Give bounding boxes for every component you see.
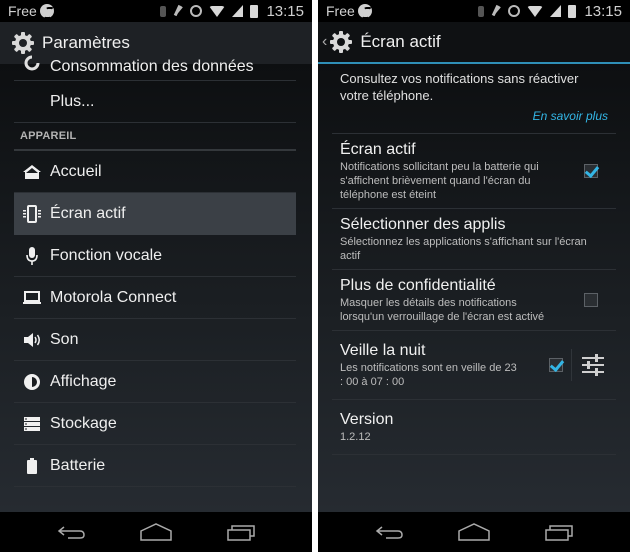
battery-status-icon — [250, 4, 259, 18]
pref-night-off[interactable]: Veille la nuit Les notifications sont en… — [332, 330, 616, 399]
pref-select-apps[interactable]: Sélectionner des applis Sélectionnez les… — [332, 208, 616, 269]
list-item-display[interactable]: Affichage — [14, 361, 296, 403]
mute-icon — [491, 5, 501, 17]
settings-screen: Free 13:15 Paramètres Consommation des d… — [0, 0, 312, 552]
carrier-name: Free — [8, 3, 37, 19]
list-item-sound[interactable]: Son — [14, 319, 296, 361]
home-button[interactable] — [457, 523, 491, 541]
navigation-bar — [0, 512, 312, 552]
night-off-checkbox[interactable] — [549, 358, 563, 372]
carrier-logo-icon — [39, 4, 54, 18]
microphone-icon — [22, 246, 42, 266]
wifi-icon — [209, 5, 226, 17]
back-button[interactable] — [374, 523, 404, 541]
storage-icon — [22, 414, 42, 434]
signal-icon — [232, 5, 244, 17]
settings-list: Consommation des données Plus... APPAREI… — [14, 55, 296, 529]
bluetooth-icon — [478, 5, 485, 17]
home-icon — [22, 162, 42, 182]
status-bar: Free 13:15 — [318, 0, 630, 22]
pref-active-display[interactable]: Écran actif Notifications sollicitant pe… — [332, 133, 616, 208]
active-display-icon — [22, 204, 42, 224]
gear-icon[interactable] — [328, 29, 354, 55]
list-item-more[interactable]: Plus... — [14, 81, 296, 123]
clock: 13:15 — [266, 2, 304, 20]
battery-status-icon — [568, 4, 577, 18]
list-item-voice[interactable]: Fonction vocale — [14, 235, 296, 277]
recents-button[interactable] — [544, 523, 574, 541]
active-display-screen: Free 13:15 ‹ Écran actif Consultez vos n… — [318, 0, 630, 552]
brightness-icon — [22, 372, 42, 392]
learn-more-link[interactable]: En savoir plus — [340, 108, 608, 125]
active-display-checkbox[interactable] — [584, 164, 598, 178]
list-item-active-display[interactable]: Écran actif — [14, 193, 296, 235]
pref-more-privacy[interactable]: Plus de confidentialité Masquer les déta… — [332, 269, 616, 330]
wifi-icon — [527, 5, 544, 17]
section-header-device: APPAREIL — [14, 123, 296, 151]
recents-button[interactable] — [226, 523, 256, 541]
speaker-icon — [22, 330, 42, 350]
list-item-data-usage[interactable]: Consommation des données — [14, 53, 296, 75]
sliders-icon[interactable] — [580, 353, 606, 377]
carrier-logo-icon — [357, 4, 372, 18]
back-button[interactable] — [56, 523, 86, 541]
list-item-battery[interactable]: Batterie — [14, 445, 296, 487]
intro-text: Consultez vos notifications sans réactiv… — [340, 71, 608, 125]
status-bar: Free 13:15 — [0, 0, 312, 22]
up-caret-icon[interactable]: ‹ — [322, 33, 327, 51]
data-usage-icon — [22, 53, 42, 73]
list-item-storage[interactable]: Stockage — [14, 403, 296, 445]
signal-icon — [550, 5, 562, 17]
bluetooth-icon — [160, 5, 167, 17]
alarm-icon — [508, 5, 521, 17]
action-bar[interactable]: ‹ Écran actif — [318, 22, 630, 64]
active-display-settings: Consultez vos notifications sans réactiv… — [332, 64, 616, 455]
battery-icon — [22, 456, 42, 476]
home-button[interactable] — [139, 523, 173, 541]
pref-version: Version 1.2.12 — [332, 399, 616, 455]
carrier-name: Free — [326, 3, 355, 19]
alarm-icon — [190, 5, 203, 17]
list-item-motorola-connect[interactable]: Motorola Connect — [14, 277, 296, 319]
laptop-icon — [22, 288, 42, 308]
list-item-home[interactable]: Accueil — [14, 151, 296, 193]
mute-icon — [173, 5, 183, 17]
more-privacy-checkbox[interactable] — [584, 293, 598, 307]
clock: 13:15 — [584, 2, 622, 20]
navigation-bar — [318, 512, 630, 552]
page-title: Écran actif — [360, 32, 441, 51]
page-title: Paramètres — [42, 33, 130, 52]
